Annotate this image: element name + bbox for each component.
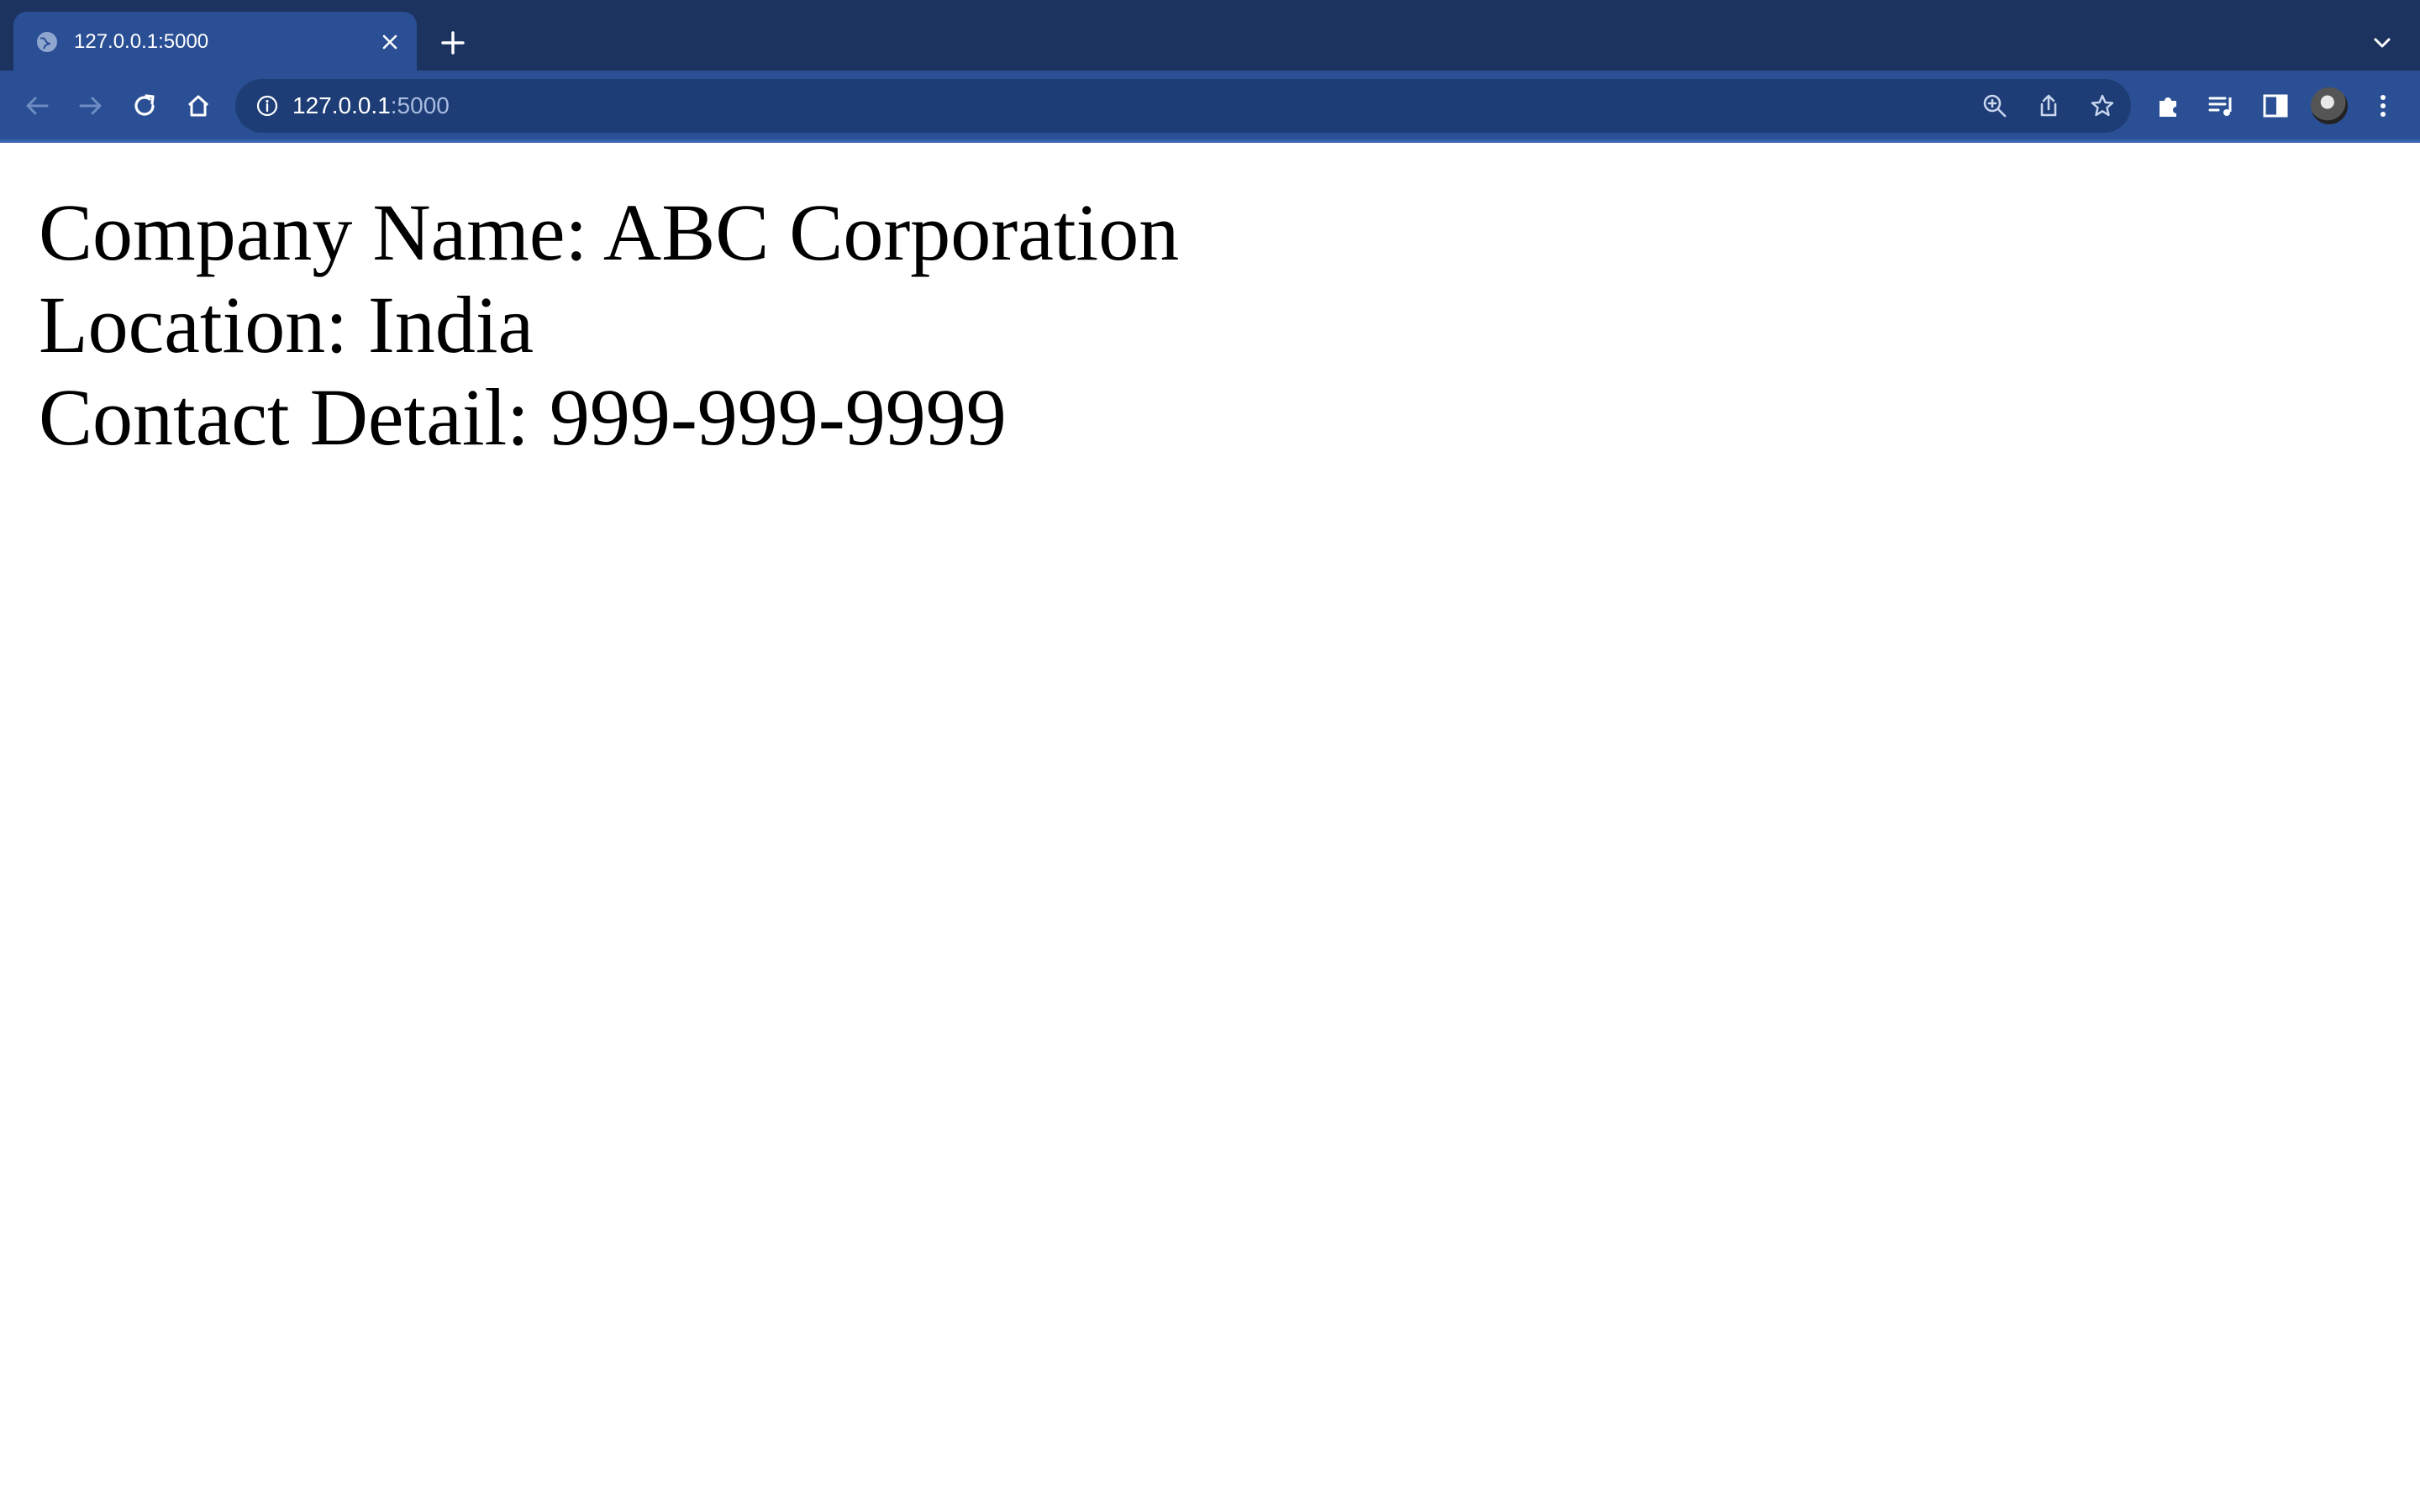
toolbar-divider — [0, 139, 2420, 143]
share-icon[interactable] — [2035, 92, 2062, 119]
forward-arrow-icon[interactable] — [74, 89, 108, 123]
browser-tab[interactable]: 127.0.0.1:5000 — [13, 12, 417, 71]
tab-title: 127.0.0.1:5000 — [74, 30, 209, 53]
more-menu-icon[interactable] — [2366, 89, 2400, 123]
home-icon[interactable] — [182, 89, 215, 123]
reload-icon[interactable] — [128, 89, 161, 123]
url-text[interactable]: 127.0.0.1:5000 — [292, 91, 450, 121]
info-icon[interactable] — [255, 94, 279, 118]
profile-avatar[interactable] — [2311, 87, 2348, 124]
globe-icon — [37, 32, 57, 52]
zoom-icon[interactable] — [1981, 92, 2008, 119]
chevron-down-icon[interactable] — [2368, 29, 2396, 57]
url-host: 127.0.0.1 — [292, 92, 391, 118]
media-controls-icon[interactable] — [2205, 89, 2238, 123]
location-line: Location: India — [39, 280, 534, 370]
tab-strip: 127.0.0.1:5000 — [0, 0, 2420, 71]
back-arrow-icon[interactable] — [20, 89, 54, 123]
side-panel-icon[interactable] — [2259, 89, 2292, 123]
url-port: :5000 — [390, 92, 450, 118]
bookmark-star-icon[interactable] — [2089, 92, 2116, 119]
contact-detail-line: Contact Detail: 999-999-9999 — [39, 372, 1007, 462]
company-name-line: Company Name: ABC Corporation — [39, 187, 1180, 277]
close-icon[interactable] — [378, 30, 402, 54]
browser-toolbar: 127.0.0.1:5000 — [0, 71, 2420, 141]
address-bar[interactable]: 127.0.0.1:5000 — [235, 79, 2131, 133]
new-tab-icon[interactable] — [439, 29, 467, 57]
page-content: Company Name: ABC Corporation Location: … — [39, 186, 1179, 464]
extensions-icon[interactable] — [2151, 89, 2185, 123]
